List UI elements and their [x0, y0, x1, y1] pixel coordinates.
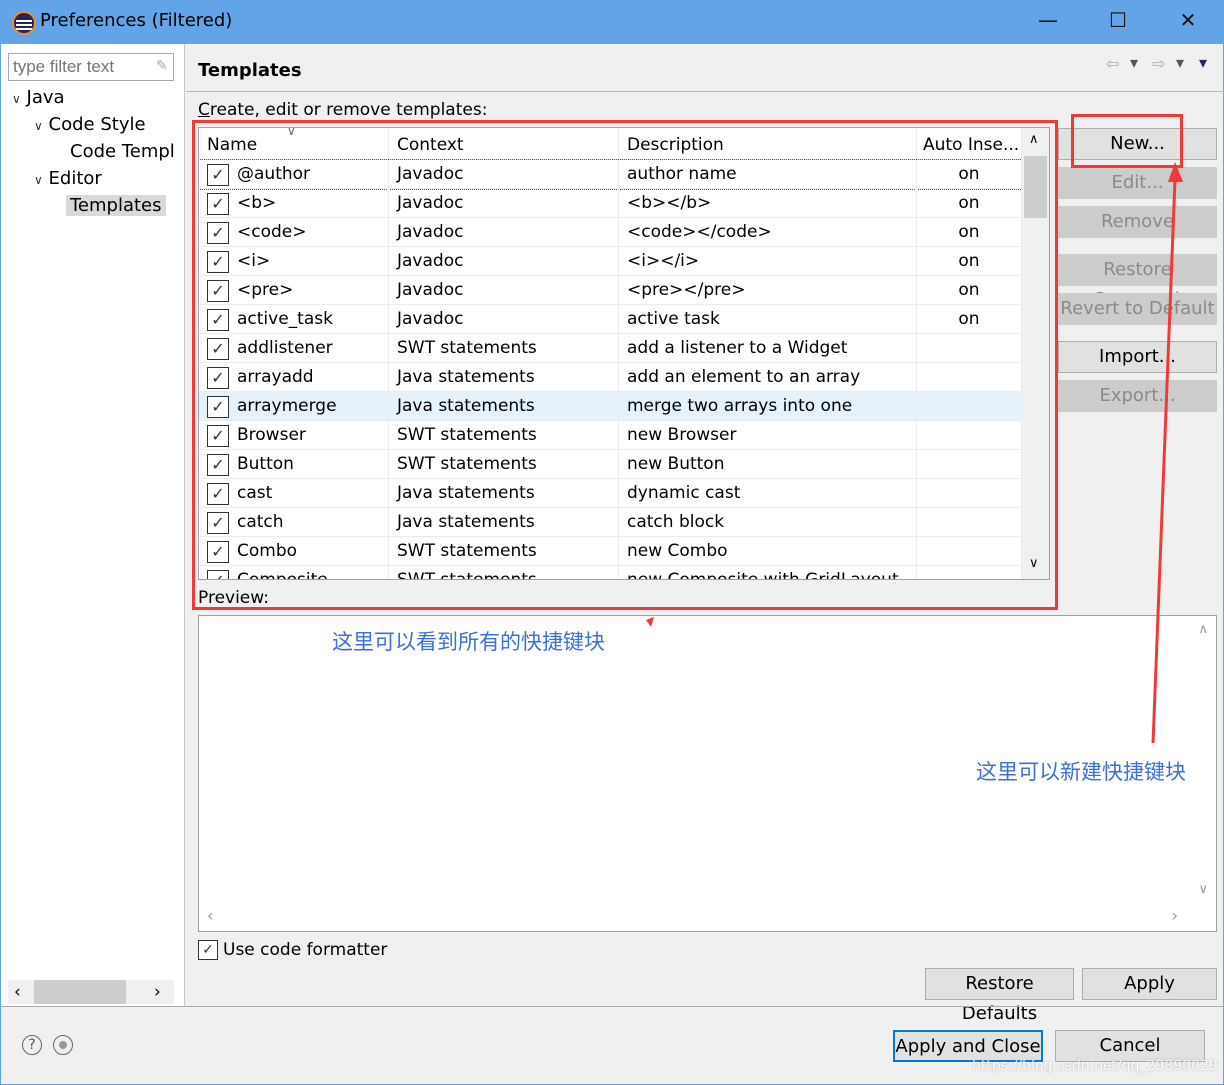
apply-button[interactable]: Apply — [1082, 968, 1217, 1000]
check-icon: ✓ — [198, 940, 218, 960]
annotation-arrow — [646, 162, 1183, 744]
arrow-shaft — [1151, 179, 1177, 744]
small-arrow-mark — [646, 617, 654, 627]
arrow-head — [1168, 162, 1183, 182]
checkbox-label: Use code formatter — [223, 940, 388, 960]
record-macro-icon[interactable] — [53, 1035, 73, 1055]
help-icon[interactable]: ? — [22, 1035, 42, 1055]
divider — [1, 1006, 1223, 1007]
watermark: https://blog.csdn.net/qq_29890029 — [972, 1058, 1218, 1074]
restore-defaults-button[interactable]: Restore Defaults — [925, 968, 1074, 1024]
